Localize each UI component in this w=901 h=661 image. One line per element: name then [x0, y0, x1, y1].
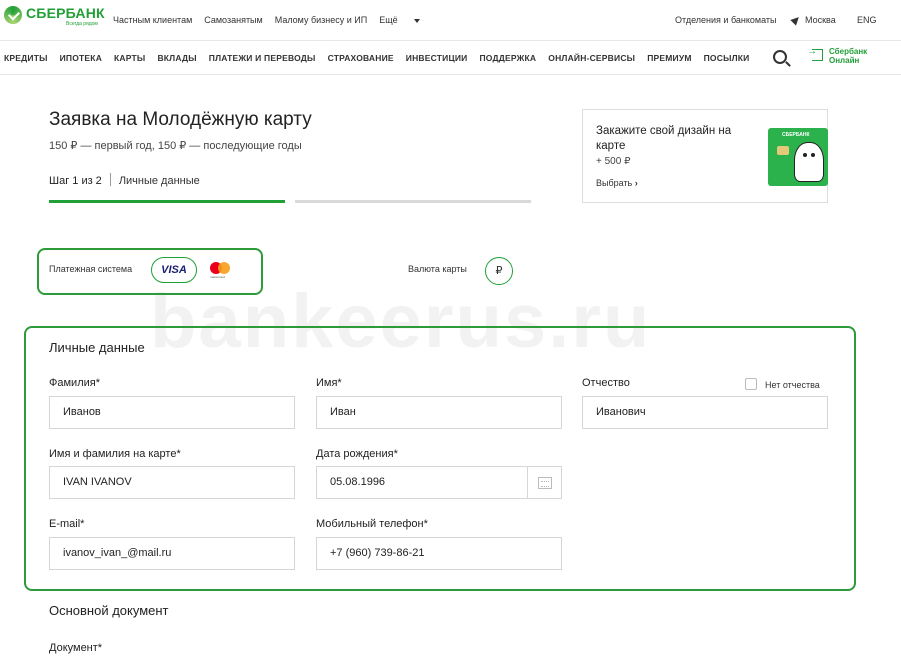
name-label: Имя* [316, 377, 342, 389]
payment-system-label: Платежная система [49, 264, 133, 274]
currency-rub-option[interactable]: ₽ [485, 257, 513, 285]
nav-item-parcels[interactable]: ПОСЫЛКИ [704, 53, 750, 63]
phone-label: Мобильный телефон* [316, 518, 428, 530]
surname-label: Фамилия* [49, 377, 100, 389]
online-label-1: Сбербанк [829, 47, 868, 56]
location-arrow-icon [790, 14, 802, 26]
card-logo: СБЕРБАНК [782, 132, 810, 138]
patronymic-field[interactable]: Иванович [582, 396, 828, 429]
sberbank-logo[interactable]: СБЕРБАНК Всегда рядом [4, 6, 105, 27]
nav-item-support[interactable]: ПОДДЕРЖКА [480, 53, 537, 63]
nav-item-credits[interactable]: КРЕДИТЫ [4, 53, 48, 63]
nav-item-mortgage[interactable]: ИПОТЕКА [60, 53, 102, 63]
no-patronymic-label[interactable]: Нет отчества [765, 380, 820, 390]
step-divider [109, 173, 111, 186]
logo-text: СБЕРБАНК [26, 5, 105, 21]
top-link-more-label: Ещё [379, 15, 398, 25]
card-image: СБЕРБАНК [768, 128, 828, 186]
nav-item-deposits[interactable]: ВКЛАДЫ [157, 53, 196, 63]
promo-choose-link[interactable]: Выбрать › [596, 178, 638, 188]
calendar-icon[interactable] [538, 477, 552, 489]
name-field[interactable]: Иван [316, 396, 562, 429]
nav-item-investments[interactable]: ИНВЕСТИЦИИ [406, 53, 468, 63]
phone-field[interactable]: +7 (960) 739-86-21 [316, 537, 562, 570]
document-label: Документ* [49, 642, 103, 654]
progress-step-2 [295, 200, 531, 203]
step-name: Личные данные [118, 175, 200, 187]
patronymic-label: Отчество [582, 377, 630, 389]
online-label-2: Онлайн [829, 56, 860, 65]
cat-illustration-icon [794, 142, 824, 182]
currency-label: Валюта карты [408, 264, 467, 274]
login-icon [807, 47, 823, 61]
logo-tagline: Всегда рядом [66, 21, 98, 27]
birth-date-field[interactable]: 05.08.1996 [316, 466, 562, 499]
email-label: E-mail* [49, 518, 85, 530]
search-icon[interactable] [773, 50, 787, 64]
top-link-private[interactable]: Частным клиентам [113, 15, 192, 25]
nav-item-premium[interactable]: ПРЕМИУМ [647, 53, 691, 63]
nav-item-insurance[interactable]: СТРАХОВАНИЕ [328, 53, 394, 63]
sberbank-online-button[interactable]: Сбербанк Онлайн [807, 47, 868, 65]
email-field[interactable]: ivanov_ivan_@mail.ru [49, 537, 295, 570]
card-name-field[interactable]: IVAN IVANOV [49, 466, 295, 499]
promo-title: Закажите свой дизайн на карте [596, 125, 732, 152]
mastercard-option[interactable]: mastercard [208, 261, 234, 279]
language-switch[interactable]: ENG [857, 15, 877, 25]
nav-item-payments[interactable]: ПЛАТЕЖИ И ПЕРЕВОДЫ [209, 53, 316, 63]
mastercard-text: mastercard [210, 275, 226, 279]
sberbank-logo-icon [4, 6, 22, 24]
top-links: Частным клиентам Самозанятым Малому бизн… [113, 15, 444, 25]
top-link-selfemployed[interactable]: Самозанятым [204, 15, 262, 25]
page-title: Заявка на Молодёжную карту [49, 109, 312, 130]
chevron-right-icon: › [634, 178, 638, 188]
nav-item-cards[interactable]: КАРТЫ [114, 53, 145, 63]
promo-choose-label: Выбрать [596, 178, 633, 188]
progress-step-1 [49, 200, 285, 203]
branches-link[interactable]: Отделения и банкоматы [675, 15, 777, 25]
no-patronymic-checkbox[interactable] [745, 378, 757, 390]
top-link-business[interactable]: Малому бизнесу и ИП [275, 15, 368, 25]
surname-field[interactable]: Иванов [49, 396, 295, 429]
step-number: Шаг 1 из 2 [49, 175, 102, 187]
top-link-more[interactable]: Ещё [379, 15, 431, 25]
mastercard-orange-circle-icon [218, 262, 230, 274]
city-label: Москва [805, 15, 836, 25]
visa-option[interactable]: VISA [151, 257, 197, 283]
birth-date-label: Дата рождения* [316, 448, 398, 460]
city-selector[interactable]: Москва [790, 14, 836, 26]
promo-price: + 500 ₽ [596, 156, 631, 167]
birth-date-value: 05.08.1996 [330, 476, 386, 488]
step-indicator: Шаг 1 из 2 Личные данные [49, 173, 200, 187]
calendar-divider [527, 467, 528, 498]
nav-items: КРЕДИТЫ ИПОТЕКА КАРТЫ ВКЛАДЫ ПЛАТЕЖИ И П… [4, 53, 761, 63]
nav-item-online-services[interactable]: ОНЛАЙН-СЕРВИСЫ [548, 53, 635, 63]
personal-data-title: Личные данные [49, 340, 145, 355]
card-name-label: Имя и фамилия на карте* [49, 448, 181, 460]
chip-icon [777, 146, 789, 155]
main-nav: КРЕДИТЫ ИПОТЕКА КАРТЫ ВКЛАДЫ ПЛАТЕЖИ И П… [0, 40, 901, 75]
document-section-title: Основной документ [49, 603, 169, 618]
page-subtitle: 150 ₽ — первый год, 150 ₽ — последующие … [49, 140, 302, 152]
chevron-down-icon [413, 18, 420, 23]
top-bar: СБЕРБАНК Всегда рядом Частным клиентам С… [0, 0, 901, 40]
design-promo-card[interactable]: Закажите свой дизайн на карте + 500 ₽ Вы… [582, 109, 828, 203]
